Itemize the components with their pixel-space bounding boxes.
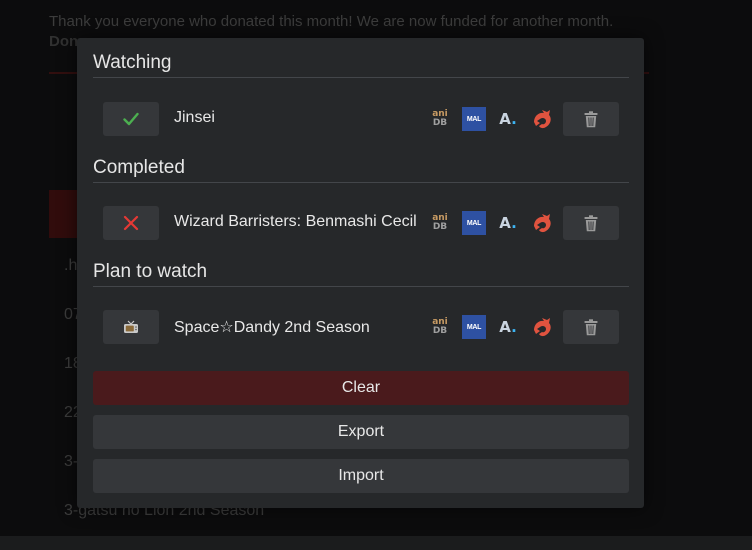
anilist-link[interactable]: A. xyxy=(496,107,520,131)
section-title-completed: Completed xyxy=(93,157,185,178)
export-button[interactable]: Export xyxy=(93,415,629,449)
section-title-watching: Watching xyxy=(93,52,172,73)
section-divider xyxy=(93,182,629,183)
anidb-icon: ani DB xyxy=(432,110,448,128)
mal-icon: MAL xyxy=(466,115,482,123)
list-item: Jinsei ani DB MAL A. xyxy=(103,102,619,136)
anilist-link[interactable]: A. xyxy=(496,211,520,235)
delete-button[interactable] xyxy=(563,310,619,344)
anidb-link[interactable]: ani DB xyxy=(428,107,452,131)
anilist-icon-dot: . xyxy=(511,318,517,336)
clear-button[interactable]: Clear xyxy=(93,371,629,405)
anidb-icon-bottom: DB xyxy=(432,222,448,232)
anilist-icon: A. xyxy=(499,214,517,232)
section-divider xyxy=(93,286,629,287)
status-button[interactable] xyxy=(103,102,159,136)
mal-icon: MAL xyxy=(466,219,482,227)
section-divider xyxy=(93,77,629,78)
anime-title: Jinsei xyxy=(174,109,215,126)
list-item: Space☆Dandy 2nd Season ani DB MAL A. xyxy=(103,310,619,344)
kitsu-icon xyxy=(534,214,551,233)
anilist-icon: A. xyxy=(499,318,517,336)
anidb-link[interactable]: ani DB xyxy=(428,315,452,339)
anime-title: Space☆Dandy 2nd Season xyxy=(174,319,370,336)
delete-button[interactable] xyxy=(563,102,619,136)
anilist-icon-letter: A xyxy=(499,318,512,336)
mal-link[interactable]: MAL xyxy=(462,211,486,235)
list-modal: Watching Jinsei ani DB MAL A. Completed … xyxy=(77,38,644,508)
mal-link[interactable]: MAL xyxy=(462,107,486,131)
check-icon xyxy=(123,112,139,126)
anilist-icon-letter: A xyxy=(499,214,512,232)
tv-icon xyxy=(124,320,138,333)
trash-icon xyxy=(584,318,598,335)
delete-button[interactable] xyxy=(563,206,619,240)
x-icon xyxy=(123,215,139,231)
anidb-icon: ani DB xyxy=(432,214,448,232)
kitsu-icon xyxy=(534,318,551,337)
list-item: Wizard Barristers: Benmashi Cecil ani DB… xyxy=(103,206,619,240)
anidb-link[interactable]: ani DB xyxy=(428,211,452,235)
anime-title: Wizard Barristers: Benmashi Cecil xyxy=(174,213,417,230)
kitsu-link[interactable] xyxy=(530,107,554,131)
anidb-icon: ani DB xyxy=(432,318,448,336)
kitsu-link[interactable] xyxy=(530,211,554,235)
anilist-icon: A. xyxy=(499,110,517,128)
status-button[interactable] xyxy=(103,206,159,240)
anidb-icon-bottom: DB xyxy=(432,326,448,336)
mal-icon: MAL xyxy=(466,323,482,331)
kitsu-link[interactable] xyxy=(530,315,554,339)
anilist-link[interactable]: A. xyxy=(496,315,520,339)
import-button[interactable]: Import xyxy=(93,459,629,493)
anidb-icon-bottom: DB xyxy=(432,118,448,128)
anilist-icon-letter: A xyxy=(499,110,512,128)
mal-link[interactable]: MAL xyxy=(462,315,486,339)
trash-icon xyxy=(584,110,598,127)
anilist-icon-dot: . xyxy=(511,110,517,128)
kitsu-icon xyxy=(534,110,551,129)
anilist-icon-dot: . xyxy=(511,214,517,232)
section-title-plan-to-watch: Plan to watch xyxy=(93,261,208,282)
trash-icon xyxy=(584,214,598,231)
status-button[interactable] xyxy=(103,310,159,344)
